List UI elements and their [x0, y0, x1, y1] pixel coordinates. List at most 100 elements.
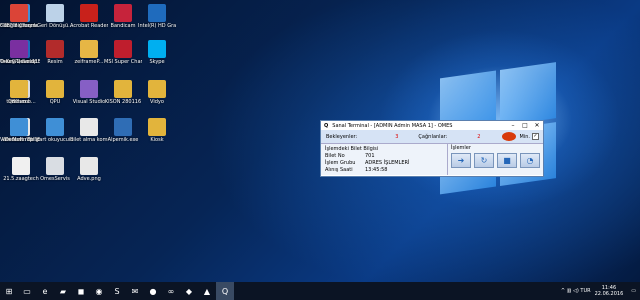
desktop-icon-label: Google Chrome: [0, 23, 38, 29]
desktop-icon-label: Skype: [149, 59, 165, 65]
start-icon[interactable]: ⊞: [0, 282, 18, 300]
desktop-icon[interactable]: Bandicam: [104, 4, 142, 29]
actions-title: İşlemler: [451, 145, 471, 151]
ticket-row-value: ADRES İŞLEMLERİ: [365, 160, 410, 166]
desktop-icon[interactable]: OmesServis: [36, 157, 74, 182]
desktop-icon-label: mmm: [11, 99, 27, 105]
desktop-icon-label: Bandicam: [110, 23, 136, 29]
acrobat-icon: [80, 4, 98, 22]
sanal-terminal-taskbar-icon[interactable]: Q: [216, 282, 234, 300]
desktop-icon-label: Bilet alma komutu.jpg: [70, 137, 108, 143]
desktop-icon[interactable]: Acrobat Reader DC: [70, 4, 108, 29]
desktop-icon[interactable]: Intel(R) HD Graphics ...: [138, 4, 176, 29]
desktop-icon[interactable]: mmm: [0, 80, 38, 105]
task-view-icon[interactable]: ▭: [18, 282, 36, 300]
desktop-icon[interactable]: 21.5.zaagtech: [2, 157, 40, 182]
close-icon[interactable]: ✕: [531, 122, 543, 129]
clock[interactable]: 11:46 22.06.2016: [595, 285, 624, 297]
desktop-icon[interactable]: Google Chrome: [0, 4, 38, 29]
desktop-icon[interactable]: zeiframeP...: [70, 40, 108, 65]
rdp-icon: [10, 118, 28, 136]
vs-taskbar-icon[interactable]: ∞: [162, 282, 180, 300]
notification-icon[interactable]: ▭: [627, 288, 640, 294]
desktop-icon[interactable]: QPU: [36, 80, 74, 105]
volume-icon[interactable]: ◁): [573, 288, 579, 294]
ticket-row-value: 13:45:58: [365, 167, 388, 173]
tool-taskbar-icon[interactable]: ◆: [180, 282, 198, 300]
desktop-icon[interactable]: Resim: [36, 40, 74, 65]
folder-icon: [114, 80, 132, 98]
desktop-icon[interactable]: Alpemik.exe: [104, 118, 142, 143]
desktop-icon[interactable]: Default.rdp: [0, 118, 38, 143]
app2-taskbar-icon[interactable]: ▲: [198, 282, 216, 300]
desktop-icon-label: Default.rdp: [4, 137, 34, 143]
visual-studio-icon: [80, 80, 98, 98]
store-icon[interactable]: ◼: [72, 282, 90, 300]
actions-panel: İşlemler ➜ ↻ ■ ◔: [447, 144, 543, 175]
ticket-row-value: 701: [365, 153, 375, 159]
ticket-row-label: Alınış Saati: [325, 167, 353, 173]
desktop-icon-label: OmesServis: [40, 176, 70, 182]
shortcut-icon: [46, 157, 64, 175]
desktop-icon[interactable]: kart okuyucuiu: [36, 118, 74, 143]
desktop-icon[interactable]: Vidyo: [138, 80, 176, 105]
ticket-row-label: Bilet No: [325, 153, 345, 159]
edge-icon[interactable]: e: [36, 282, 54, 300]
bandicam-icon: [114, 4, 132, 22]
desktop-icon[interactable]: Bilet alma komutu.jpg: [70, 118, 108, 143]
desktop-icon[interactable]: KISON 280116: [104, 80, 142, 105]
card-reader-icon: [46, 118, 64, 136]
transfer-icon[interactable]: ◔: [520, 153, 540, 168]
jpg-file-icon: [80, 118, 98, 136]
ticket-row: İşlem Grubu ADRES İŞLEMLERİ: [325, 160, 443, 167]
desktop-icon-label: Alpemik.exe: [107, 137, 139, 143]
desktop-icon[interactable]: Skype: [138, 40, 176, 65]
status-row: Bekleyenler: 3 Çağrılanlar: 2 Min. ✓: [321, 130, 543, 144]
desktop-icon[interactable]: Visual Studio: [70, 80, 108, 105]
ticket-details: İşlemdeki Bilet Bilgisi Bilet No 701 İşlem…: [321, 144, 447, 175]
desktop-icon-label: Geri Dönüşü...: [37, 23, 73, 29]
desktop-icon-label: zeiframeP...: [74, 59, 104, 65]
exe-icon: [114, 118, 132, 136]
desktop-icon-label: O-Key Develop...: [0, 59, 38, 65]
app-taskbar-icon[interactable]: ●: [144, 282, 162, 300]
skype-taskbar-icon[interactable]: S: [108, 282, 126, 300]
desktop-icon-label: MSI Super Charger: [104, 59, 142, 65]
file-explorer-icon[interactable]: ▰: [54, 282, 72, 300]
app-icon: Q: [324, 122, 329, 129]
recall-icon[interactable]: ↻: [474, 153, 494, 168]
desktop-icon-label: Adve.png: [77, 176, 101, 182]
maximize-icon[interactable]: □: [519, 122, 531, 129]
desktop-icon-label: QPU: [49, 99, 61, 105]
chrome-icon: [10, 4, 28, 22]
status-indicator-icon[interactable]: [501, 132, 516, 141]
window-title: Sanal Terminal - [ADMIN Admin MASA 1] - …: [332, 122, 453, 129]
mail-icon[interactable]: ✉: [126, 282, 144, 300]
network-icon[interactable]: ▥: [567, 288, 572, 294]
next-arrow-icon[interactable]: ➜: [451, 153, 471, 168]
ticket-row-label: İşlem Grubu: [325, 160, 356, 166]
chrome-taskbar-icon[interactable]: ◉: [90, 282, 108, 300]
min-label: Min.: [519, 133, 530, 140]
desktop-icon[interactable]: Geri Dönüşü...: [36, 4, 74, 29]
desktop-icon[interactable]: MSI Super Charger: [104, 40, 142, 65]
desktop-icon[interactable]: Kiosk: [138, 118, 176, 143]
okey-icon: [10, 40, 28, 58]
folder-icon: [46, 80, 64, 98]
called-label: Çağrılanlar:: [418, 133, 448, 140]
title-bar[interactable]: Q Sanal Terminal - [ADMIN Admin MASA 1] …: [321, 121, 543, 130]
language-indicator[interactable]: TUR: [580, 288, 590, 294]
desktop-icon[interactable]: O-Key Develop...: [0, 40, 38, 65]
sanal-terminal-window[interactable]: Q Sanal Terminal - [ADMIN Admin MASA 1] …: [320, 120, 544, 177]
min-checkbox[interactable]: ✓: [532, 133, 539, 140]
minimize-icon[interactable]: –: [507, 122, 519, 129]
stop-icon[interactable]: ■: [497, 153, 517, 168]
taskbar: ⊞ ▭ e ▰ ◼ ◉ S ✉ ● ∞ ◆ ▲ Q ^ ▥ ◁) TUR 11:…: [0, 282, 640, 300]
desktop-icon-label: Acrobat Reader DC: [70, 23, 108, 29]
skype-icon: [148, 40, 166, 58]
zip-icon: [80, 40, 98, 58]
desktop-icon[interactable]: Adve.png: [70, 157, 108, 182]
desktop-icon-label: 21.5.zaagtech: [3, 176, 39, 182]
tray-arrow-icon[interactable]: ^: [561, 288, 565, 294]
ticket-info: İşlemdeki Bilet Bilgisi Bilet No 701 İşlem…: [321, 144, 543, 175]
